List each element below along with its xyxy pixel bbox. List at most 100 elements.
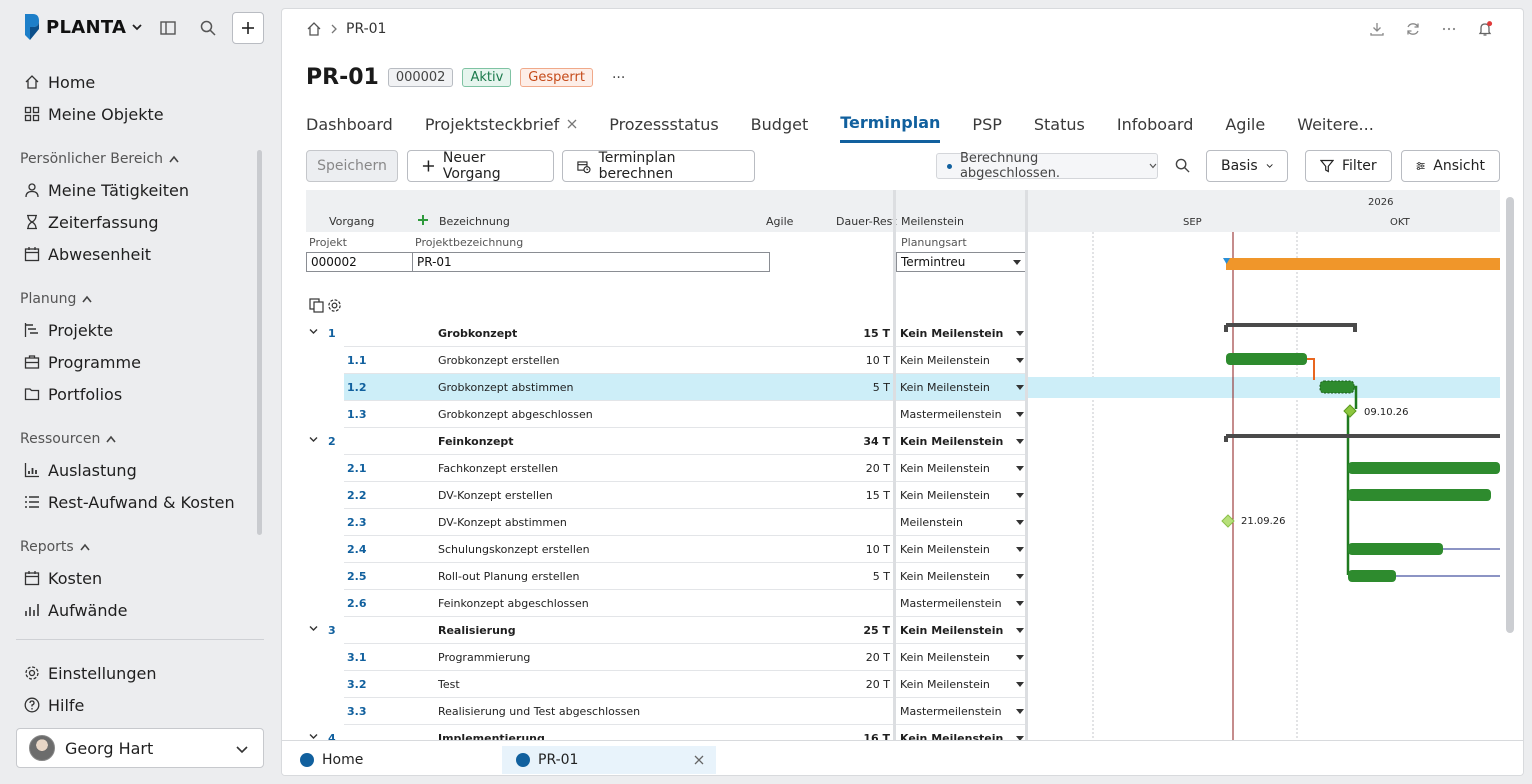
close-icon[interactable]: [694, 755, 704, 765]
row-name[interactable]: Realisierung: [438, 624, 516, 637]
dropdown-arrow-icon[interactable]: [1016, 628, 1024, 633]
table-row[interactable]: 2.5 Roll-out Planung erstellen 5 T Kein Mei…: [306, 563, 1028, 590]
gantt-bar-2-4[interactable]: [1348, 543, 1443, 555]
row-number[interactable]: 4: [328, 732, 336, 740]
tab-projektsteckbrief[interactable]: Projektsteckbrief: [425, 113, 577, 143]
nav-meine-objekte[interactable]: Meine Objekte: [24, 102, 164, 126]
more-icon[interactable]: [1441, 21, 1457, 37]
bottom-tab-home[interactable]: Home: [286, 746, 486, 774]
nav-hilfe[interactable]: Hilfe: [24, 693, 84, 717]
nav-kosten[interactable]: Kosten: [24, 566, 102, 590]
planungsart-select[interactable]: Termintreu: [896, 252, 1026, 272]
row-name[interactable]: Grobkonzept erstellen: [438, 354, 559, 367]
search-icon[interactable]: [196, 16, 220, 40]
row-name[interactable]: Feinkonzept abgeschlossen: [438, 597, 589, 610]
row-number[interactable]: 2.3: [347, 516, 367, 529]
row-name[interactable]: Implementierung: [438, 732, 545, 740]
tab-psp[interactable]: PSP: [972, 113, 1001, 143]
table-row[interactable]: 2.3 DV-Konzept abstimmen Meilenstein: [306, 509, 1028, 536]
milestone-1-3[interactable]: [1343, 404, 1357, 418]
baseline-dropdown[interactable]: Basis: [1206, 150, 1288, 182]
tab-infoboard[interactable]: Infoboard: [1117, 113, 1193, 143]
nav-abwesenheit[interactable]: Abwesenheit: [24, 242, 151, 266]
row-number[interactable]: 2.4: [347, 543, 367, 556]
row-milestone[interactable]: Kein Meilenstein: [900, 381, 990, 394]
calc-status-dropdown[interactable]: Berechnung abgeschlossen.: [936, 151, 1158, 181]
row-milestone[interactable]: Kein Meilenstein: [900, 327, 1003, 340]
tab-terminplan[interactable]: Terminplan: [840, 113, 941, 143]
row-number[interactable]: 3.3: [347, 705, 367, 718]
row-name[interactable]: DV-Konzept abstimmen: [438, 516, 567, 529]
col-meilenstein[interactable]: Meilenstein: [901, 215, 964, 228]
row-number[interactable]: 2.6: [347, 597, 367, 610]
user-menu[interactable]: Georg Hart: [16, 728, 264, 768]
dropdown-arrow-icon[interactable]: [1016, 439, 1024, 444]
section-ressourcen[interactable]: Ressourcen: [20, 431, 116, 447]
chevron-down-icon[interactable]: [309, 328, 318, 335]
breadcrumb-current[interactable]: PR-01: [346, 21, 386, 37]
col-agile[interactable]: Agile: [766, 215, 793, 228]
col-bezeichnung[interactable]: Bezeichnung: [439, 215, 510, 228]
row-milestone[interactable]: Kein Meilenstein: [900, 624, 1003, 637]
chevron-down-icon[interactable]: [309, 625, 318, 632]
table-row[interactable]: 2.4 Schulungskonzept erstellen 10 T Kein Me…: [306, 536, 1028, 563]
row-milestone[interactable]: Kein Meilenstein: [900, 462, 990, 475]
dropdown-arrow-icon[interactable]: [1016, 331, 1024, 336]
tab-dashboard[interactable]: Dashboard: [306, 113, 393, 143]
tab-status[interactable]: Status: [1034, 113, 1085, 143]
table-row[interactable]: 2.2 DV-Konzept erstellen 15 T Kein Meilenst…: [306, 482, 1028, 509]
row-number[interactable]: 1.1: [347, 354, 367, 367]
dropdown-arrow-icon[interactable]: [1016, 709, 1024, 714]
milestone-2-3[interactable]: [1221, 514, 1235, 528]
table-row[interactable]: 1.2 Grobkonzept abstimmen 5 T Kein Meilenst…: [306, 374, 1028, 401]
bottom-tab-pr01[interactable]: PR-01: [502, 746, 716, 774]
column-divider[interactable]: [893, 190, 896, 740]
sidebar-toggle-icon[interactable]: [156, 16, 180, 40]
chevron-down-icon[interactable]: [130, 20, 144, 34]
row-milestone[interactable]: Kein Meilenstein: [900, 678, 990, 691]
sidebar-scrollbar[interactable]: [257, 150, 262, 535]
gantt-summary-1[interactable]: [1224, 323, 1357, 332]
gantt-bar-1-1[interactable]: [1226, 353, 1307, 365]
row-milestone[interactable]: Mastermeilenstein: [900, 597, 1002, 610]
nav-programme[interactable]: Programme: [24, 350, 141, 374]
home-icon[interactable]: [306, 21, 322, 37]
row-number[interactable]: 2: [328, 435, 336, 448]
section-reports[interactable]: Reports: [20, 539, 90, 555]
dropdown-arrow-icon[interactable]: [1016, 547, 1024, 552]
close-icon[interactable]: [567, 119, 577, 129]
table-row[interactable]: 3 Realisierung 25 T Kein Meilenstein: [306, 617, 1028, 644]
calculate-schedule-button[interactable]: Terminplan berechnen: [562, 150, 755, 182]
gantt-bar-2-5[interactable]: [1348, 570, 1396, 582]
gantt-bar-1-2[interactable]: [1319, 380, 1355, 394]
table-row[interactable]: 4 Implementierung 16 T Kein Meilenstein: [306, 725, 1028, 740]
nav-portfolios[interactable]: Portfolios: [24, 382, 122, 406]
section-planung[interactable]: Planung: [20, 291, 93, 307]
section-persoenlich[interactable]: Persönlicher Bereich: [20, 151, 179, 167]
table-row[interactable]: 3.2 Test 20 T Kein Meilenstein: [306, 671, 1028, 698]
table-row[interactable]: 3.3 Realisierung und Test abgeschlossen Ma…: [306, 698, 1028, 725]
col-vorgang[interactable]: Vorgang: [329, 215, 374, 228]
nav-meine-taetigkeiten[interactable]: Meine Tätigkeiten: [24, 178, 189, 202]
gantt-bar-2-1[interactable]: [1348, 462, 1500, 474]
row-milestone[interactable]: Kein Meilenstein: [900, 489, 990, 502]
row-name[interactable]: Roll-out Planung erstellen: [438, 570, 579, 583]
row-number[interactable]: 3.2: [347, 678, 367, 691]
table-row[interactable]: 2.1 Fachkonzept erstellen 20 T Kein Meilens…: [306, 455, 1028, 482]
bell-icon[interactable]: [1477, 21, 1493, 37]
row-milestone[interactable]: Kein Meilenstein: [900, 543, 990, 556]
row-number[interactable]: 2.2: [347, 489, 367, 502]
chevron-down-icon[interactable]: [309, 733, 318, 740]
save-button[interactable]: Speichern: [306, 150, 398, 182]
settings-icon[interactable]: [327, 298, 342, 313]
row-number[interactable]: 3.1: [347, 651, 367, 664]
tab-weitere[interactable]: Weitere...: [1297, 113, 1374, 143]
row-milestone[interactable]: Kein Meilenstein: [900, 732, 1003, 740]
dropdown-arrow-icon[interactable]: [1016, 385, 1024, 390]
dropdown-arrow-icon[interactable]: [1016, 466, 1024, 471]
table-row[interactable]: 1 Grobkonzept 15 T Kein Meilenstein: [306, 320, 1028, 347]
row-number[interactable]: 2.5: [347, 570, 367, 583]
row-milestone[interactable]: Kein Meilenstein: [900, 651, 990, 664]
row-name[interactable]: Fachkonzept erstellen: [438, 462, 558, 475]
tab-prozessstatus[interactable]: Prozessstatus: [609, 113, 718, 143]
